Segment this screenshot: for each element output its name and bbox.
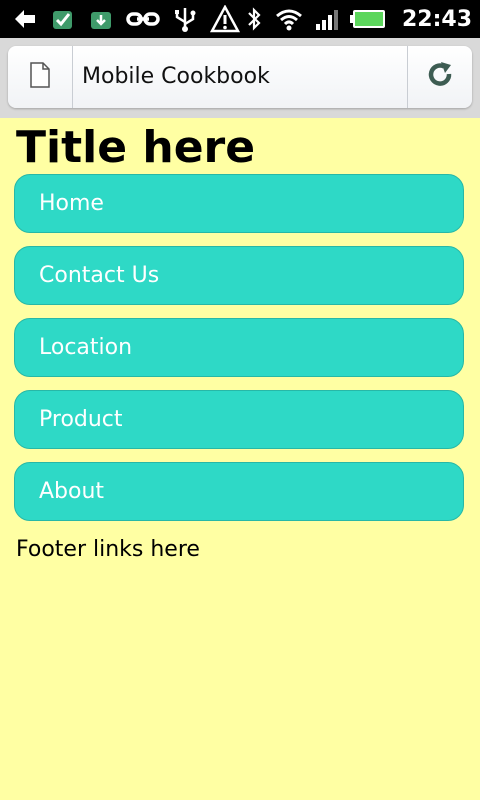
footer-text: Footer links here (16, 537, 200, 562)
link-icon (126, 5, 160, 33)
usb-icon (172, 5, 198, 33)
page-info-button[interactable] (8, 46, 73, 108)
checkbox-notification-icon (50, 5, 76, 33)
reload-button[interactable] (407, 46, 472, 108)
bluetooth-icon (244, 5, 264, 33)
nav-item-home[interactable]: Home (14, 174, 464, 233)
nav-item-contact-us[interactable]: Contact Us (14, 246, 464, 305)
browser-toolbar: Mobile Cookbook (0, 38, 480, 118)
status-bar: 22:43 (0, 0, 480, 38)
notification-icons (12, 4, 240, 34)
nav-menu: Home Contact Us Location Product About (14, 174, 466, 534)
page-title[interactable]: Mobile Cookbook (82, 46, 270, 108)
status-clock: 22:43 (401, 6, 472, 32)
page-heading: Title here (16, 122, 256, 173)
system-status-icons: 22:43 (244, 4, 472, 34)
wifi-icon (274, 5, 304, 33)
reload-icon (425, 60, 455, 94)
download-bag-icon (88, 5, 114, 33)
back-arrow-icon (12, 5, 38, 33)
nav-item-about[interactable]: About (14, 462, 464, 521)
url-bar[interactable]: Mobile Cookbook (8, 46, 472, 108)
signal-icon (314, 5, 340, 33)
nav-item-product[interactable]: Product (14, 390, 464, 449)
nav-item-location[interactable]: Location (14, 318, 464, 377)
battery-icon (349, 5, 388, 33)
page-icon (29, 61, 51, 93)
warning-icon (210, 5, 240, 33)
